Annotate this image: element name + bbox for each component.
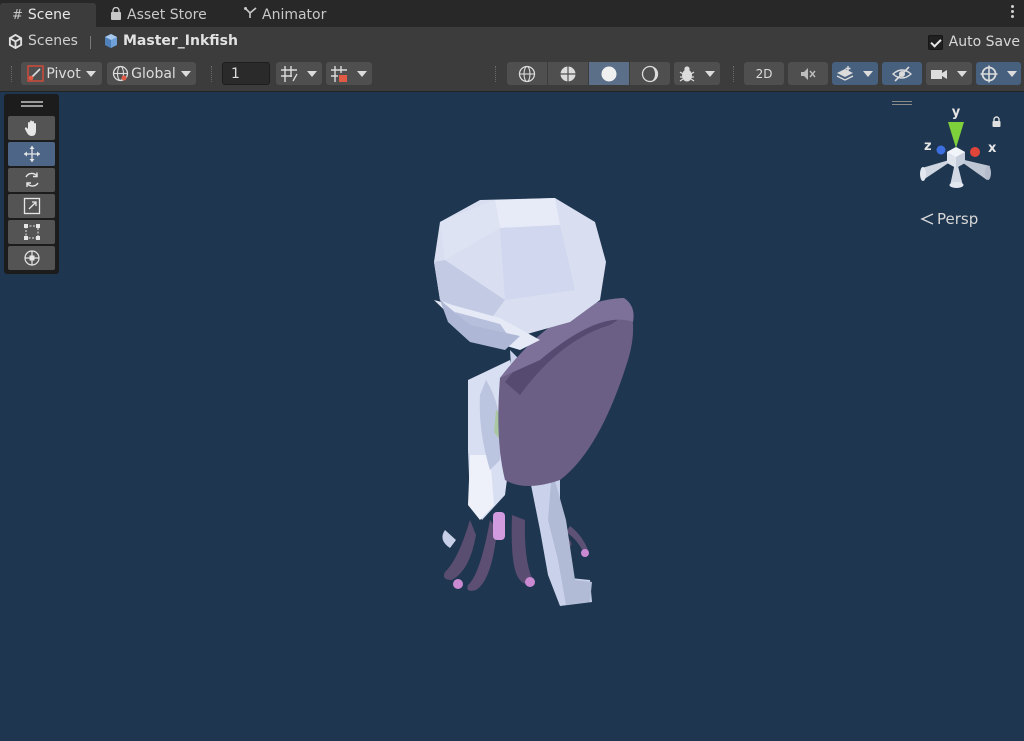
audio-toggle-button[interactable] [788,62,828,85]
gizmo-x-axis-cone[interactable] [970,147,980,157]
scene-grid-icon: # [12,7,23,23]
2d-label: 2D [755,66,773,81]
auto-save-label: Auto Save [948,34,1020,50]
gizmo-z-label: z [924,139,932,154]
tab-label: Asset Store [127,7,207,23]
global-label: Global [131,65,176,82]
rotate-tool-button[interactable] [8,168,55,192]
breadcrumb-root-label: Scenes [28,33,78,49]
breadcrumb-bar: Scenes Master_Inkfish Auto Save [0,27,1024,57]
snap-magnet-icon [331,65,347,82]
camera-settings-dropdown[interactable] [926,62,972,85]
hand-tool-button[interactable] [8,116,55,140]
breadcrumb-root[interactable]: Scenes [8,33,78,49]
tab-scene[interactable]: # Scene [0,3,96,27]
tab-animator[interactable]: Animator [244,3,326,27]
projection-toggle[interactable]: Persp [920,210,978,228]
2d-mode-button[interactable]: 2D [744,62,784,85]
grid-size-value: 1 [231,65,240,82]
scene-toolbar: Pivot Global 1 2D [0,57,1024,92]
panel-grip-icon[interactable] [21,101,43,109]
transform-icon [23,250,40,266]
hand-icon [24,120,36,136]
scale-icon [23,197,40,215]
breadcrumb-separator [90,36,91,49]
inkfish-character-model[interactable] [434,198,634,606]
unlit-draw-button[interactable] [630,62,670,85]
animator-icon [244,7,257,23]
gizmo-y-axis-cone[interactable] [948,122,964,148]
gizmos-icon [980,65,998,82]
shaded-sphere-icon [601,66,617,81]
overlay-grip-icon[interactable] [892,101,912,107]
scene-visibility-button[interactable] [882,62,922,85]
move-tool-button[interactable] [8,142,55,166]
pivot-dropdown[interactable]: Pivot [21,62,102,85]
wireframe-sphere-icon [518,65,536,82]
projection-label: Persp [937,210,979,228]
tab-bar: # Scene Asset Store Animator [0,0,1024,27]
gizmo-y-label: y [952,105,961,120]
toolbar-grip [11,66,14,82]
scene-viewport[interactable] [0,91,1024,741]
shaded-wireframe-button[interactable] [548,62,588,85]
bug-icon [679,65,695,82]
shopping-bag-icon [110,6,122,24]
hidden-eye-icon [892,65,912,82]
pivot-icon [27,65,45,82]
camera-icon [931,69,947,79]
rect-icon [23,224,40,240]
pivot-label: Pivot [46,65,81,82]
increment-snap-button[interactable] [326,62,372,85]
debug-draw-mode-button[interactable] [674,62,720,85]
toolbar-separator [211,66,214,82]
scale-tool-button[interactable] [8,194,55,218]
globe-icon [113,65,129,82]
moon-sphere-icon [641,65,659,82]
transform-tool-button[interactable] [8,246,55,270]
grid-size-input[interactable]: 1 [222,62,270,85]
tab-label: Animator [262,7,327,23]
auto-save-toggle[interactable]: Auto Save [927,34,1020,50]
more-options-icon[interactable] [1011,5,1015,20]
auto-save-checkbox[interactable] [927,34,943,50]
perspective-icon [920,213,934,225]
tab-label: Scene [27,7,71,23]
rotate-icon [24,172,39,187]
scene-name: Master_Inkfish [123,33,238,49]
shaded-draw-button[interactable] [589,62,629,85]
gizmos-dropdown[interactable] [976,62,1021,85]
lock-icon[interactable] [991,113,1002,132]
tab-asset-store[interactable]: Asset Store [110,3,207,27]
unity-logo-icon [8,33,23,49]
breadcrumb-current[interactable]: Master_Inkfish [103,33,238,49]
global-dropdown[interactable]: Global [107,62,196,85]
tools-overlay [4,94,59,274]
grid-snap-icon [281,65,298,82]
wireframe-draw-button[interactable] [507,62,547,85]
toolbar-separator [733,66,736,82]
gizmo-x-label: x [988,141,997,156]
rect-tool-button[interactable] [8,220,55,244]
effects-layers-icon [836,65,854,81]
effects-dropdown[interactable] [832,62,878,85]
grid-snap-button[interactable] [276,62,322,85]
audio-mute-icon [801,67,816,80]
shaded-wire-sphere-icon [560,66,576,81]
prefab-cube-icon [105,34,117,48]
move-arrows-icon [23,146,40,162]
gizmo-z-axis-cone[interactable] [936,145,946,155]
toolbar-separator [495,66,498,82]
